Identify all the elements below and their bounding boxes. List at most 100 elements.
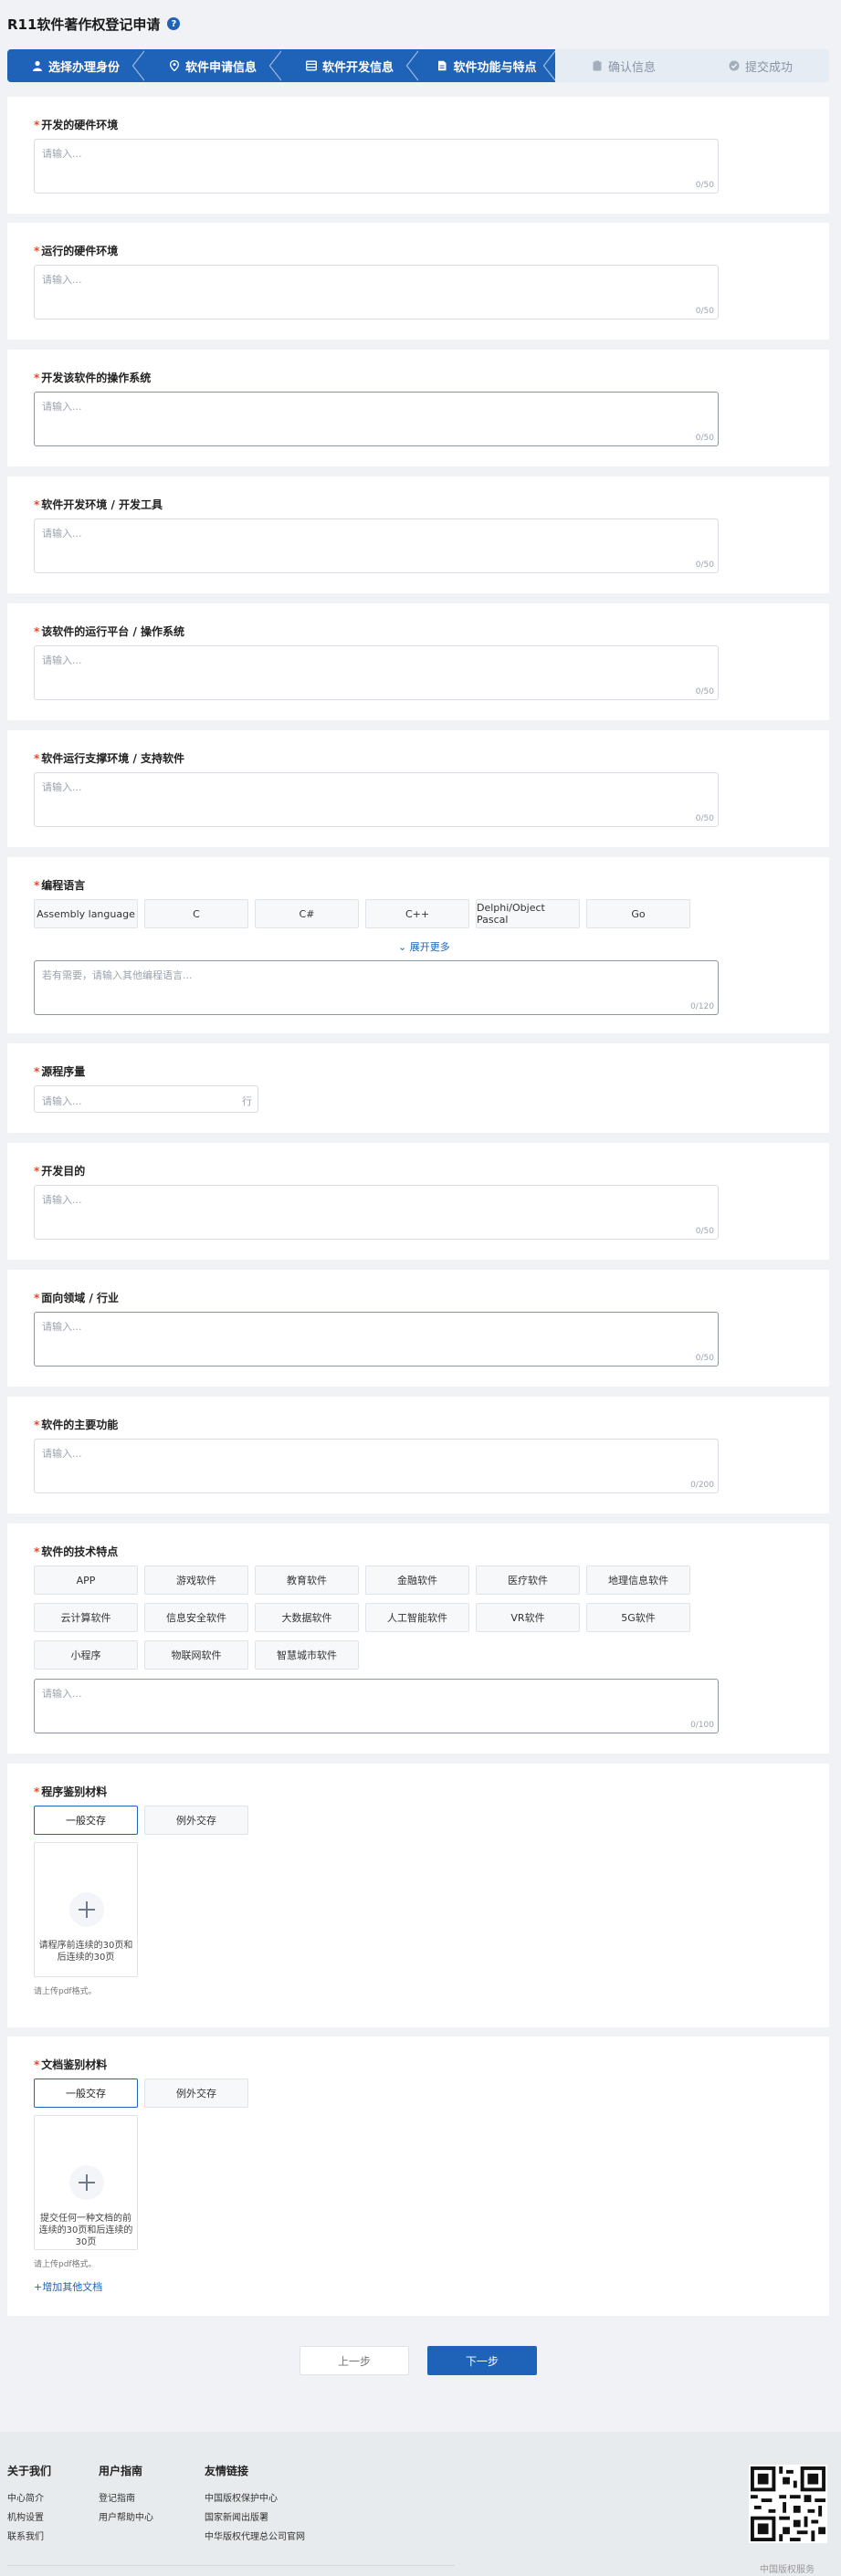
step-select-identity[interactable]: 选择办理身份 xyxy=(7,49,145,82)
dev-hardware-input[interactable]: 请输入... 0/50 xyxy=(34,139,719,194)
language-option[interactable]: C++ xyxy=(365,899,469,928)
feature-option[interactable]: APP xyxy=(34,1565,138,1595)
step-label: 软件申请信息 xyxy=(184,60,257,75)
section-dev-hardware: * 开发的硬件环境 请输入... 0/50 xyxy=(7,97,829,214)
step-label: 选择办理身份 xyxy=(47,60,120,75)
field-label: * 该软件的运行平台 / 操作系统 xyxy=(34,625,185,638)
feature-option[interactable]: 医疗软件 xyxy=(476,1565,580,1595)
feature-option[interactable]: 小程序 xyxy=(34,1640,138,1670)
check-circle-icon xyxy=(729,60,740,71)
language-option[interactable]: Go xyxy=(586,899,690,928)
other-language-input[interactable]: 若有需要，请输入其他编程语言... 0/120 xyxy=(34,960,719,1015)
language-option[interactable]: C# xyxy=(255,899,359,928)
feature-option[interactable]: 5G软件 xyxy=(586,1603,690,1632)
language-option[interactable]: Delphi/Object Pascal xyxy=(476,899,580,928)
page-title: R11软件著作权登记申请 xyxy=(7,16,161,33)
section-tech-features: * 软件的技术特点 APP 游戏软件 教育软件 金融软件 医疗软件 地理信息软件 … xyxy=(7,1524,829,1754)
feature-option[interactable]: 云计算软件 xyxy=(34,1603,138,1632)
source-lines-input[interactable]: 请输入... 行 xyxy=(34,1085,258,1113)
feature-option[interactable]: 教育软件 xyxy=(255,1565,359,1595)
step-label: 软件功能与特点 xyxy=(453,60,537,75)
section-run-platform: * 该软件的运行平台 / 操作系统 请输入... 0/50 xyxy=(7,603,829,720)
field-label: * 开发的硬件环境 xyxy=(34,119,119,131)
footer-link[interactable]: 国家新闻出版署 xyxy=(205,2508,305,2528)
support-software-input[interactable]: 请输入... 0/50 xyxy=(34,772,719,827)
deposit-general-option[interactable]: 一般交存 xyxy=(34,2079,138,2108)
run-platform-input[interactable]: 请输入... 0/50 xyxy=(34,645,719,700)
language-option[interactable]: C xyxy=(144,899,248,928)
location-pin-icon xyxy=(169,60,180,71)
program-upload-box[interactable]: 请程序前连续的30页和后连续的30页 xyxy=(34,1842,138,1977)
main-functions-input[interactable]: 请输入... 0/200 xyxy=(34,1439,719,1493)
dev-tools-input[interactable]: 请输入... 0/50 xyxy=(34,518,719,573)
section-program-material: * 程序鉴别材料 一般交存 例外交存 请程序前连续的30页和后连续的30页 请上传… xyxy=(7,1764,829,2027)
next-button[interactable]: 下一步 xyxy=(427,2346,537,2375)
feature-option[interactable]: 金融软件 xyxy=(365,1565,469,1595)
field-label: * 运行的硬件环境 xyxy=(34,245,119,257)
language-option[interactable]: Assembly language xyxy=(34,899,138,928)
deposit-general-option[interactable]: 一般交存 xyxy=(34,1806,138,1835)
doc-upload-box[interactable]: 提交任何一种文档的前连续的30页和后连续的30页 xyxy=(34,2115,138,2250)
char-count: 0/50 xyxy=(695,181,714,190)
feature-option[interactable]: 大数据软件 xyxy=(255,1603,359,1632)
page-header: R11软件著作权登记申请 ? xyxy=(7,13,181,35)
feature-option[interactable]: 智慧城市软件 xyxy=(255,1640,359,1670)
footer-col-guide: 用户指南 登记指南 用户帮助中心 xyxy=(99,2463,153,2528)
step-confirm-info[interactable]: 确认信息 xyxy=(555,49,692,82)
feature-option[interactable]: 地理信息软件 xyxy=(586,1565,690,1595)
footer-link[interactable]: 中华版权代理总公司官网 xyxy=(205,2528,305,2547)
section-doc-material: * 文档鉴别材料 一般交存 例外交存 提交任何一种文档的前连续的30页和后连续的3… xyxy=(7,2037,829,2316)
footer: 关于我们 中心简介 机构设置 联系我们 用户指南 登记指南 用户帮助中心 友情链… xyxy=(0,2432,841,2576)
feature-option[interactable]: VR软件 xyxy=(476,1603,580,1632)
section-dev-os: * 开发该软件的操作系统 请输入... 0/50 xyxy=(7,350,829,466)
upload-hint: 请程序前连续的30页和后连续的30页 xyxy=(38,1941,133,1963)
field-label: * 软件的技术特点 xyxy=(34,1545,119,1558)
field-label: * 软件运行支撑环境 / 支持软件 xyxy=(34,752,185,765)
step-application-info[interactable]: 软件申请信息 xyxy=(144,49,282,82)
dev-os-input[interactable]: 请输入... 0/50 xyxy=(34,392,719,446)
step-development-info[interactable]: 软件开发信息 xyxy=(281,49,419,82)
char-count: 0/50 xyxy=(695,560,714,570)
section-domain: * 面向领域 / 行业 请输入... 0/50 xyxy=(7,1270,829,1387)
unit-label: 行 xyxy=(242,1095,252,1107)
field-label: * 软件的主要功能 xyxy=(34,1419,119,1431)
table-icon xyxy=(306,60,317,71)
char-count: 0/50 xyxy=(695,307,714,316)
char-count: 0/100 xyxy=(690,1721,714,1730)
help-icon[interactable]: ? xyxy=(167,17,181,30)
expand-more-link[interactable]: ⌄ 展开更多 xyxy=(398,939,450,954)
feature-option[interactable]: 人工智能软件 xyxy=(365,1603,469,1632)
footer-link[interactable]: 用户帮助中心 xyxy=(99,2508,153,2528)
upload-format-note: 请上传pdf格式。 xyxy=(34,2260,97,2269)
deposit-exception-option[interactable]: 例外交存 xyxy=(144,1806,248,1835)
tech-features-input[interactable]: 请输入... 0/100 xyxy=(34,1679,719,1733)
char-count: 0/50 xyxy=(695,1227,714,1236)
feature-option[interactable]: 信息安全软件 xyxy=(144,1603,248,1632)
char-count: 0/120 xyxy=(690,1002,714,1011)
plus-icon xyxy=(69,2165,104,2200)
footer-link[interactable]: 机构设置 xyxy=(7,2508,51,2528)
app: R11软件著作权登记申请 ? 选择办理身份 软件申请信息 软件开发信息 软件功能… xyxy=(0,0,841,2576)
char-count: 0/50 xyxy=(695,434,714,443)
section-source-lines: * 源程序量 请输入... 行 xyxy=(7,1043,829,1133)
deposit-exception-option[interactable]: 例外交存 xyxy=(144,2079,248,2108)
step-functions-features[interactable]: 软件功能与特点 xyxy=(418,49,556,82)
char-count: 0/200 xyxy=(690,1481,714,1490)
qr-caption: 中国版权服务 xyxy=(760,2565,815,2575)
run-hardware-input[interactable]: 请输入... 0/50 xyxy=(34,265,719,319)
step-submit-success[interactable]: 提交成功 xyxy=(692,49,829,82)
footer-link[interactable]: 登记指南 xyxy=(99,2489,153,2508)
prev-button[interactable]: 上一步 xyxy=(300,2346,409,2375)
add-other-doc-link[interactable]: +增加其他文档 xyxy=(34,2279,102,2294)
feature-option[interactable]: 游戏软件 xyxy=(144,1565,248,1595)
footer-link[interactable]: 中心简介 xyxy=(7,2489,51,2508)
footer-link[interactable]: 联系我们 xyxy=(7,2528,51,2547)
qr-code-graphic xyxy=(751,2466,825,2541)
purpose-input[interactable]: 请输入... 0/50 xyxy=(34,1185,719,1240)
domain-input[interactable]: 请输入... 0/50 xyxy=(34,1312,719,1367)
feature-option[interactable]: 物联网软件 xyxy=(144,1640,248,1670)
section-run-hardware: * 运行的硬件环境 请输入... 0/50 xyxy=(7,223,829,340)
step-label: 提交成功 xyxy=(744,60,793,75)
footer-link[interactable]: 中国版权保护中心 xyxy=(205,2489,305,2508)
footer-heading: 用户指南 xyxy=(99,2465,143,2477)
